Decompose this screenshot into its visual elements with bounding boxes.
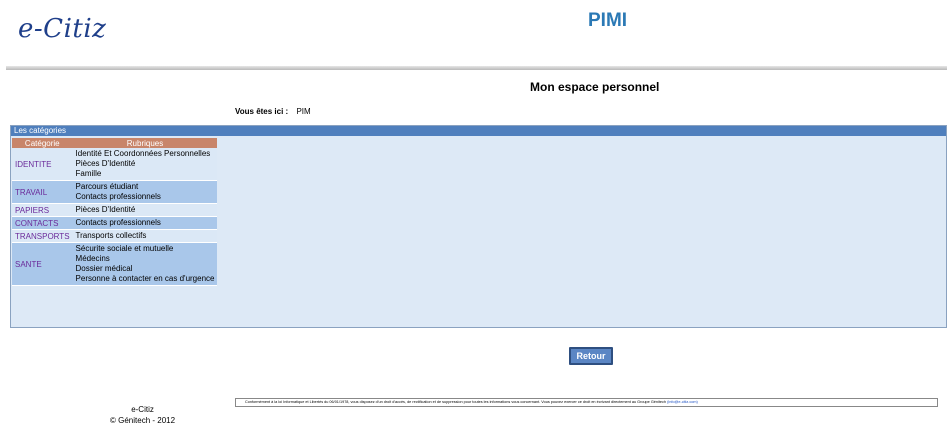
legal-notice-text: Conformément à la loi Informatique et Li… <box>245 400 667 404</box>
retour-button[interactable]: Retour <box>569 347 613 365</box>
categories-table: Catégorie Rubriques IDENTITE Identité Et … <box>12 138 218 286</box>
rubrique-link[interactable]: Contacts professionnels <box>76 192 215 202</box>
rubriques-cell: Identité Et Coordonnées Personnelles Pièc… <box>72 148 218 181</box>
rubrique-link[interactable]: Famille <box>76 169 215 179</box>
table-row: PAPIERS Pièces D'Identité <box>12 204 218 217</box>
column-header-rubriques: Rubriques <box>72 138 218 148</box>
rubrique-link[interactable]: Pièces D'Identité <box>76 205 215 215</box>
logo: e-Citiz <box>18 14 107 44</box>
category-link[interactable]: TRAVAIL <box>12 181 73 204</box>
page-title: Mon espace personnel <box>530 80 660 94</box>
breadcrumb-label: Vous êtes ici : <box>235 107 289 116</box>
rubrique-link[interactable]: Pièces D'Identité <box>76 159 215 169</box>
category-link[interactable]: SANTE <box>12 243 73 286</box>
column-header-category: Catégorie <box>12 138 73 148</box>
footer-copyright: © Génitech - 2012 <box>110 416 176 425</box>
rubriques-cell: Parcours étudiant Contacts professionnels <box>72 181 218 204</box>
categories-panel-title: Les catégories <box>11 126 946 136</box>
rubriques-cell: Transports collectifs <box>72 230 218 243</box>
breadcrumb-current: PIM <box>296 107 311 116</box>
rubriques-cell: Sécurite sociale et mutuelle Médecins Doss… <box>72 243 218 286</box>
table-row: TRANSPORTS Transports collectifs <box>12 230 218 243</box>
category-link[interactable]: CONTACTS <box>12 217 73 230</box>
category-link[interactable]: TRANSPORTS <box>12 230 73 243</box>
table-row: SANTE Sécurite sociale et mutuelle Médecin… <box>12 243 218 286</box>
rubrique-link[interactable]: Transports collectifs <box>76 231 215 241</box>
rubrique-link[interactable]: Personne à contacter en cas d'urgence <box>76 274 215 284</box>
rubrique-link[interactable]: Identité Et Coordonnées Personnelles <box>76 149 215 159</box>
rubriques-cell: Contacts professionnels <box>72 217 218 230</box>
breadcrumb: Vous êtes ici : PIM <box>235 107 311 116</box>
rubriques-cell: Pièces D'Identité <box>72 204 218 217</box>
rubrique-link[interactable]: Médecins <box>76 254 215 264</box>
table-row: IDENTITE Identité Et Coordonnées Personne… <box>12 148 218 181</box>
legal-notice: Conformément à la loi Informatique et Li… <box>235 398 938 407</box>
table-row: TRAVAIL Parcours étudiant Contacts profess… <box>12 181 218 204</box>
rubrique-link[interactable]: Contacts professionnels <box>76 218 215 228</box>
app-title: PIMI <box>588 10 628 31</box>
category-link[interactable]: IDENTITE <box>12 148 73 181</box>
rubrique-link[interactable]: Dossier médical <box>76 264 215 274</box>
contact-email-link[interactable]: (info@e-citiz.com) <box>667 400 698 404</box>
footer-brand-name: e-Citiz <box>131 405 154 414</box>
header-divider <box>6 66 947 70</box>
category-link[interactable]: PAPIERS <box>12 204 73 217</box>
rubrique-link[interactable]: Sécurite sociale et mutuelle <box>76 244 215 254</box>
table-row: CONTACTS Contacts professionnels <box>12 217 218 230</box>
categories-panel: Les catégories Catégorie Rubriques IDENT… <box>10 125 947 328</box>
rubrique-link[interactable]: Parcours étudiant <box>76 182 215 192</box>
footer-brand: e-Citiz © Génitech - 2012 <box>110 404 175 426</box>
